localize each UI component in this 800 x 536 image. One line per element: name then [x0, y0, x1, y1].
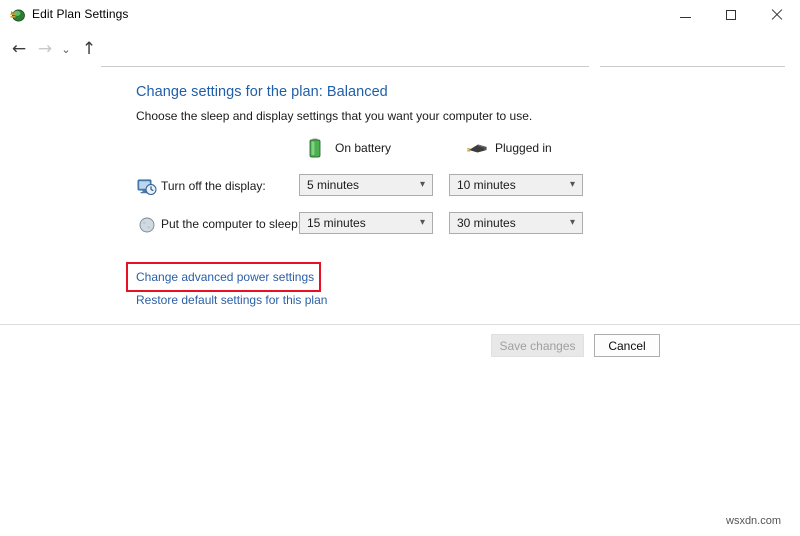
column-label-on-battery: On battery — [335, 141, 391, 155]
dropdown-value: 10 minutes — [457, 178, 516, 192]
dropdown-value: 30 minutes — [457, 216, 516, 230]
content-area: Change settings for the plan: Balanced C… — [0, 67, 800, 324]
setting-label-turn-off-display: Turn off the display: — [161, 179, 266, 193]
save-changes-button[interactable]: Save changes — [491, 334, 584, 357]
setting-label-put-computer-to-sleep: Put the computer to sleep: — [161, 217, 301, 231]
chevron-down-icon: ▾ — [420, 179, 425, 190]
power-plan-icon — [9, 6, 26, 23]
minimize-button[interactable] — [662, 0, 708, 30]
battery-icon — [305, 137, 329, 159]
window-title: Edit Plan Settings — [32, 7, 129, 21]
watermark: wsxdn.com — [726, 515, 781, 527]
dropdown-value: 15 minutes — [307, 216, 366, 230]
link-change-advanced-power-settings[interactable]: Change advanced power settings — [136, 270, 314, 284]
display-clock-icon — [137, 177, 157, 197]
maximize-icon — [726, 10, 736, 20]
minimize-icon — [680, 17, 691, 18]
back-button[interactable]: ← — [8, 38, 30, 60]
recent-locations-button[interactable]: ⌄ — [58, 40, 74, 58]
navigation-bar: ← → ⌄ ↑ « Hardware and Sound › Power Opt… — [0, 30, 800, 67]
dropdown-sleep-on-battery[interactable]: 15 minutes ▾ — [299, 212, 433, 234]
close-icon — [771, 9, 783, 21]
power-plug-icon — [465, 137, 489, 159]
cancel-button[interactable]: Cancel — [594, 334, 660, 357]
dropdown-turn-off-display-plugged-in[interactable]: 10 minutes ▾ — [449, 174, 583, 196]
column-label-plugged-in: Plugged in — [495, 141, 552, 155]
title-bar: Edit Plan Settings — [0, 0, 800, 31]
page-title: Change settings for the plan: Balanced — [136, 84, 388, 100]
up-button[interactable]: ↑ — [78, 38, 100, 60]
sleep-moon-icon — [137, 215, 157, 235]
forward-button[interactable]: → — [34, 38, 56, 60]
close-button[interactable] — [754, 0, 800, 30]
chevron-down-icon: ▾ — [570, 179, 575, 190]
chevron-down-icon: ▾ — [570, 217, 575, 228]
footer-bar: Save changes Cancel — [0, 325, 800, 370]
dropdown-sleep-plugged-in[interactable]: 30 minutes ▾ — [449, 212, 583, 234]
edit-plan-settings-window: Edit Plan Settings ← → ⌄ ↑ — [0, 0, 800, 536]
empty-lower-area — [0, 370, 800, 536]
chevron-down-icon: ▾ — [420, 217, 425, 228]
page-description: Choose the sleep and display settings th… — [136, 109, 532, 123]
dropdown-value: 5 minutes — [307, 178, 359, 192]
link-restore-default-settings[interactable]: Restore default settings for this plan — [136, 293, 327, 307]
dropdown-turn-off-display-on-battery[interactable]: 5 minutes ▾ — [299, 174, 433, 196]
maximize-button[interactable] — [708, 0, 754, 30]
